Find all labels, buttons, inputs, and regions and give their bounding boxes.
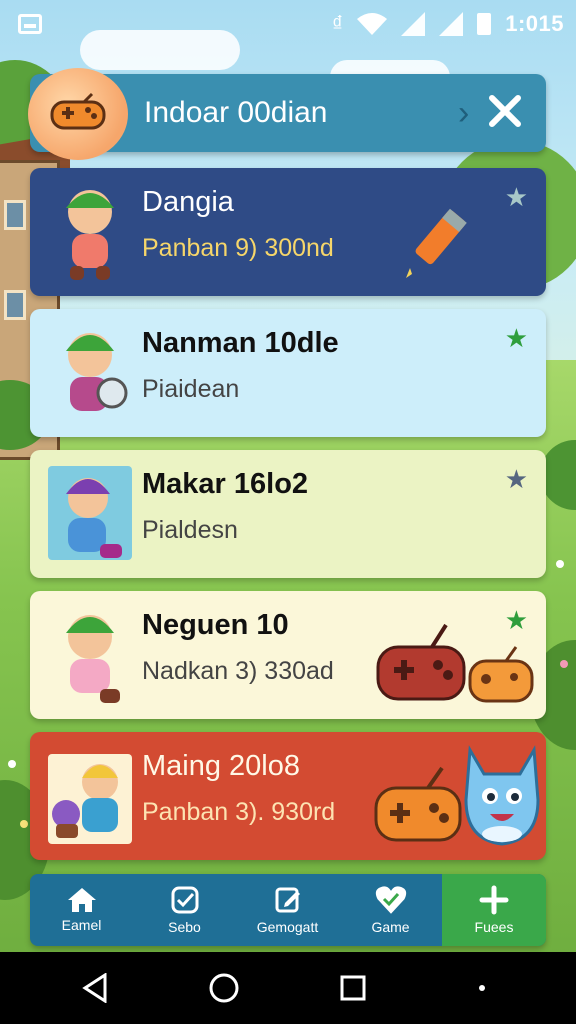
close-button[interactable] [480, 86, 530, 136]
character-avatar [66, 615, 120, 703]
status-time: 1:015 [505, 11, 564, 36]
chevron-right-icon[interactable]: › [458, 94, 469, 133]
gamepad-icon [376, 623, 534, 703]
bottom-tab-bar: Eamel Sebo Gemogatt Game Fuees [30, 874, 546, 946]
home-button[interactable] [194, 958, 254, 1018]
nav-dot [452, 958, 512, 1018]
bluetooth-icon: ₫ [331, 11, 344, 36]
item-subtitle: Panban 9) 300nd [142, 234, 334, 262]
header-bar: Indoar 00dian › [28, 68, 546, 160]
recents-icon [340, 975, 365, 1001]
list-item[interactable]: Maing 20lo8 Panban 3). 930rd [30, 732, 546, 860]
back-button[interactable] [65, 958, 125, 1018]
checkbox-icon [171, 886, 198, 914]
back-icon [81, 973, 106, 1003]
tab-label: Gemogatt [256, 919, 319, 935]
header-title: Indoar 00dian [144, 96, 328, 129]
heart-check-icon [375, 886, 406, 914]
item-subtitle: Piaidean [142, 375, 240, 403]
gamepad-icon [28, 68, 128, 160]
item-subtitle: Nadkan 3) 330ad [142, 657, 334, 685]
item-subtitle: Pialdesn [142, 516, 238, 544]
list-item[interactable]: Makar 16lo2 Pialdesn ★ [30, 450, 546, 578]
battery-icon [477, 13, 492, 35]
signal-icon-2 [439, 12, 464, 36]
list-item[interactable]: Neguen 10 Nadkan 3) 330ad ★ [30, 591, 546, 719]
close-icon [489, 95, 521, 127]
character-avatar [48, 466, 132, 560]
mascot-icon [464, 745, 540, 846]
tab-label: Eamel [61, 917, 102, 933]
tab-fuees[interactable]: Fuees [442, 874, 546, 946]
plus-icon [479, 885, 509, 915]
signal-icon [401, 12, 426, 36]
star-icon[interactable]: ★ [505, 325, 528, 351]
tab-sebo[interactable]: Sebo [133, 874, 236, 946]
tab-label: Fuees [474, 919, 514, 935]
edit-icon [275, 887, 300, 913]
home-circle-icon [209, 973, 238, 1003]
tab-gemogatt[interactable]: Gemogatt [236, 874, 339, 946]
item-title: Maing 20lo8 [142, 750, 300, 782]
item-title: Nanman 10dle [142, 327, 339, 359]
star-icon[interactable]: ★ [505, 184, 528, 210]
star-icon[interactable]: ★ [505, 466, 528, 492]
status-bar: ₫ 1:015 [0, 0, 576, 48]
list-item[interactable]: Nanman 10dle Piaidean ★ [30, 309, 546, 437]
item-subtitle: Panban 3). 930rd [142, 798, 336, 826]
wifi-icon [357, 13, 388, 35]
gamepad-icon [374, 766, 462, 842]
screenshot-icon [18, 14, 42, 34]
character-avatar [66, 333, 128, 411]
tab-eamel[interactable]: Eamel [30, 874, 133, 946]
character-avatar [66, 190, 114, 280]
item-title: Dangia [142, 186, 234, 218]
recents-button[interactable] [323, 958, 383, 1018]
system-nav-bar [0, 952, 576, 1024]
dot-icon [478, 985, 485, 991]
tab-label: Game [371, 919, 410, 935]
tab-game[interactable]: Game [339, 874, 442, 946]
list-item[interactable]: Dangia Panban 9) 300nd ★ [30, 168, 546, 296]
tab-label: Sebo [168, 919, 201, 935]
item-title: Neguen 10 [142, 609, 289, 641]
pencil-icon [406, 208, 467, 278]
home-icon [67, 888, 96, 912]
item-title: Makar 16lo2 [142, 468, 309, 500]
character-avatar [48, 754, 132, 844]
